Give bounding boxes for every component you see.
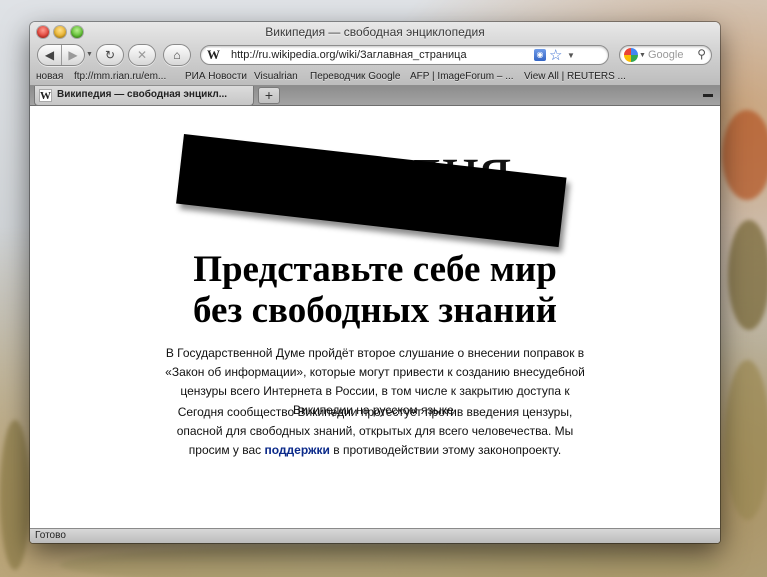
forward-icon: ▶ (68, 48, 78, 62)
home-icon: ⌂ (173, 48, 181, 62)
title-bar: Википедия — свободная энциклопедия (30, 22, 720, 42)
support-link[interactable]: поддержки (265, 443, 330, 457)
reload-button[interactable]: ↻ (96, 44, 124, 66)
desktop-foliage (725, 360, 767, 520)
browser-chrome: Википедия — свободная энциклопедия ◀ ▶ ▼… (30, 22, 720, 86)
status-text: Готово (35, 530, 66, 541)
page-content: Википедия Представьте себе мир без свобо… (30, 107, 720, 528)
stop-icon: ✕ (136, 48, 148, 62)
rss-icon[interactable]: ◉ (534, 49, 546, 61)
paragraph-text: в противодействии этому законопроекту. (329, 443, 562, 457)
headline-line-1: Представьте себе мир (193, 249, 557, 290)
status-bar: Готово (30, 528, 720, 543)
address-bar[interactable]: W http://ru.wikipedia.org/wiki/Заглавная… (200, 45, 609, 65)
url-text[interactable]: http://ru.wikipedia.org/wiki/Заглавная_с… (231, 49, 467, 61)
protest-paragraph-2: Сегодня сообщество Википедии протестует … (160, 403, 590, 460)
bookmark-item[interactable]: РИА Новости (185, 71, 247, 82)
back-forward-buttons: ◀ ▶ (37, 44, 85, 66)
tabs-menu-icon[interactable]: ▬ (703, 90, 715, 100)
tab-favicon-icon: W (39, 89, 52, 102)
bookmark-item[interactable]: Переводчик Google (310, 71, 400, 82)
bookmark-item[interactable]: ftp://mm.rian.ru/em... (74, 71, 166, 82)
page-headline: Представьте себе мир без свободных знани… (30, 249, 720, 331)
home-button[interactable]: ⌂ (163, 44, 191, 66)
bookmark-star-icon[interactable]: ☆ (549, 46, 562, 64)
desktop-foliage (722, 110, 767, 200)
bookmark-item[interactable]: Visualrian (254, 71, 298, 82)
bookmark-item[interactable]: AFP | ImageForum – ... (410, 71, 514, 82)
bookmark-item[interactable]: новая (36, 71, 63, 82)
tab-bar: W Википедия — свободная энцикл... + ▬ (30, 86, 720, 106)
search-input[interactable] (648, 48, 700, 62)
magnifier-icon[interactable]: ⚲ (697, 47, 706, 61)
forward-button[interactable]: ▶ (60, 45, 84, 65)
stop-button[interactable]: ✕ (128, 44, 156, 66)
headline-line-2: без свободных знаний (193, 290, 557, 331)
google-icon[interactable] (624, 48, 638, 62)
reload-icon: ↻ (104, 48, 116, 62)
site-favicon-icon: W (206, 47, 221, 62)
desktop-foliage (728, 220, 767, 330)
navigation-toolbar: ◀ ▶ ▼ ↻ ✕ ⌂ W http://ru.wikipedia.org/wi… (30, 42, 720, 68)
new-tab-button[interactable]: + (258, 87, 280, 104)
search-engine-dropdown-icon[interactable]: ▼ (639, 52, 646, 59)
tab-title: Википедия — свободная энцикл... (57, 89, 228, 100)
bookmarks-bar: новая ftp://mm.rian.ru/em... РИА Новости… (30, 69, 720, 86)
url-dropdown-icon[interactable]: ▼ (567, 51, 575, 60)
desktop-foliage (0, 420, 30, 570)
tab-wikipedia[interactable]: W Википедия — свободная энцикл... (34, 86, 254, 106)
desktop-foliage (60, 545, 720, 577)
browser-window: Википедия — свободная энциклопедия ◀ ▶ ▼… (30, 22, 720, 543)
history-dropdown-icon[interactable]: ▼ (86, 51, 93, 58)
back-button[interactable]: ◀ (38, 45, 61, 65)
bookmark-item[interactable]: View All | REUTERS ... (524, 71, 626, 82)
window-title: Википедия — свободная энциклопедия (265, 25, 485, 39)
search-bar: ▼ ⚲ (619, 45, 712, 65)
back-icon: ◀ (44, 48, 55, 62)
